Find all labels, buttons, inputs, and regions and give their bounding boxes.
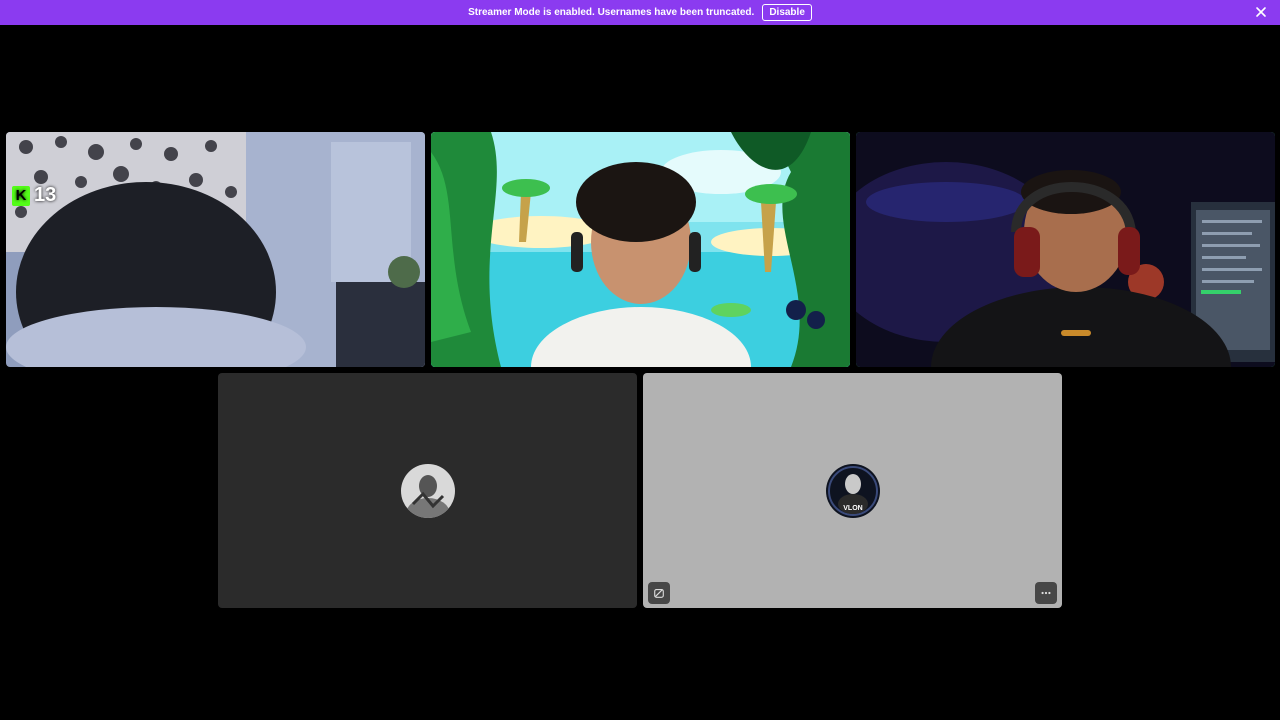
video-tile-1[interactable]: K 13	[6, 132, 425, 367]
camera-feed-3	[856, 132, 1275, 367]
streamer-mode-message: Streamer Mode is enabled. Usernames have…	[468, 7, 755, 18]
streamer-mode-banner: Streamer Mode is enabled. Usernames have…	[0, 0, 1280, 25]
video-tile-3[interactable]	[856, 132, 1275, 367]
close-icon[interactable]	[1254, 5, 1268, 19]
kick-logo-icon: K	[12, 185, 30, 206]
video-tile-2[interactable]	[431, 132, 850, 367]
popout-icon	[654, 589, 664, 598]
avatar-tile-2[interactable]: VLON	[643, 373, 1062, 608]
avatar-text: VLON	[843, 505, 863, 512]
user-avatar-icon: VLON	[826, 464, 880, 518]
more-options-icon	[1041, 591, 1051, 595]
user-avatar-icon	[401, 464, 455, 518]
popout-button[interactable]	[648, 582, 670, 604]
more-options-button[interactable]	[1035, 582, 1057, 604]
disable-streamer-mode-button[interactable]: Disable	[762, 4, 812, 21]
kick-viewer-count: 13	[34, 184, 57, 206]
camera-feed-1	[6, 132, 425, 367]
camera-feed-2	[431, 132, 850, 367]
kick-viewer-badge: K 13	[12, 184, 56, 207]
avatar-tile-1[interactable]	[218, 373, 637, 608]
